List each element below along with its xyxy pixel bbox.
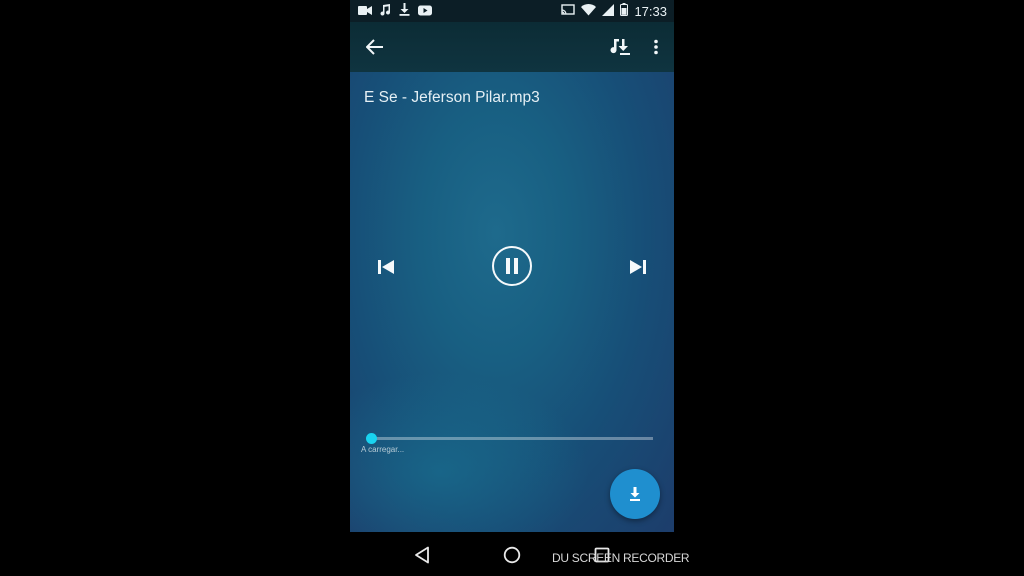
previous-button[interactable] — [374, 255, 398, 279]
status-time: 17:33 — [634, 3, 667, 19]
download-icon — [399, 3, 410, 19]
nav-back-button[interactable] — [411, 544, 433, 566]
music-download-icon — [610, 39, 630, 55]
toolbar — [350, 22, 674, 72]
screen-recorder-watermark: DU SCREEN RECORDER — [552, 551, 690, 565]
download-fab[interactable] — [610, 469, 660, 519]
youtube-icon — [418, 4, 432, 19]
phone-screen: 17:33 E Se - Jeferson Pilar.mp3 A carreg… — [350, 0, 674, 576]
playlist-download-button[interactable] — [608, 35, 632, 59]
track-title: E Se - Jeferson Pilar.mp3 — [364, 89, 540, 106]
wifi-icon — [581, 3, 597, 19]
back-button[interactable] — [363, 35, 387, 59]
cast-icon — [561, 3, 576, 19]
home-circle-icon — [503, 546, 521, 564]
pause-icon — [506, 258, 518, 274]
download-icon — [630, 487, 640, 501]
music-note-icon — [380, 3, 391, 19]
battery-icon — [620, 3, 629, 19]
status-right-icons: 17:33 — [561, 3, 667, 19]
status-bar: 17:33 — [350, 0, 674, 22]
back-triangle-icon — [415, 546, 429, 564]
signal-icon — [602, 3, 615, 19]
player-content: E Se - Jeferson Pilar.mp3 A carregar... — [350, 72, 674, 532]
skip-next-icon — [630, 260, 646, 274]
seek-bar[interactable] — [371, 437, 653, 440]
video-icon — [358, 4, 372, 19]
more-vert-icon — [654, 39, 658, 55]
status-left-icons — [358, 3, 432, 19]
nav-home-button[interactable] — [501, 544, 523, 566]
skip-previous-icon — [378, 260, 394, 274]
seek-thumb[interactable] — [366, 433, 377, 444]
arrow-left-icon — [366, 39, 383, 55]
play-pause-button[interactable] — [492, 246, 532, 286]
loading-status: A carregar... — [361, 445, 405, 454]
more-options-button[interactable] — [644, 35, 668, 59]
next-button[interactable] — [626, 255, 650, 279]
